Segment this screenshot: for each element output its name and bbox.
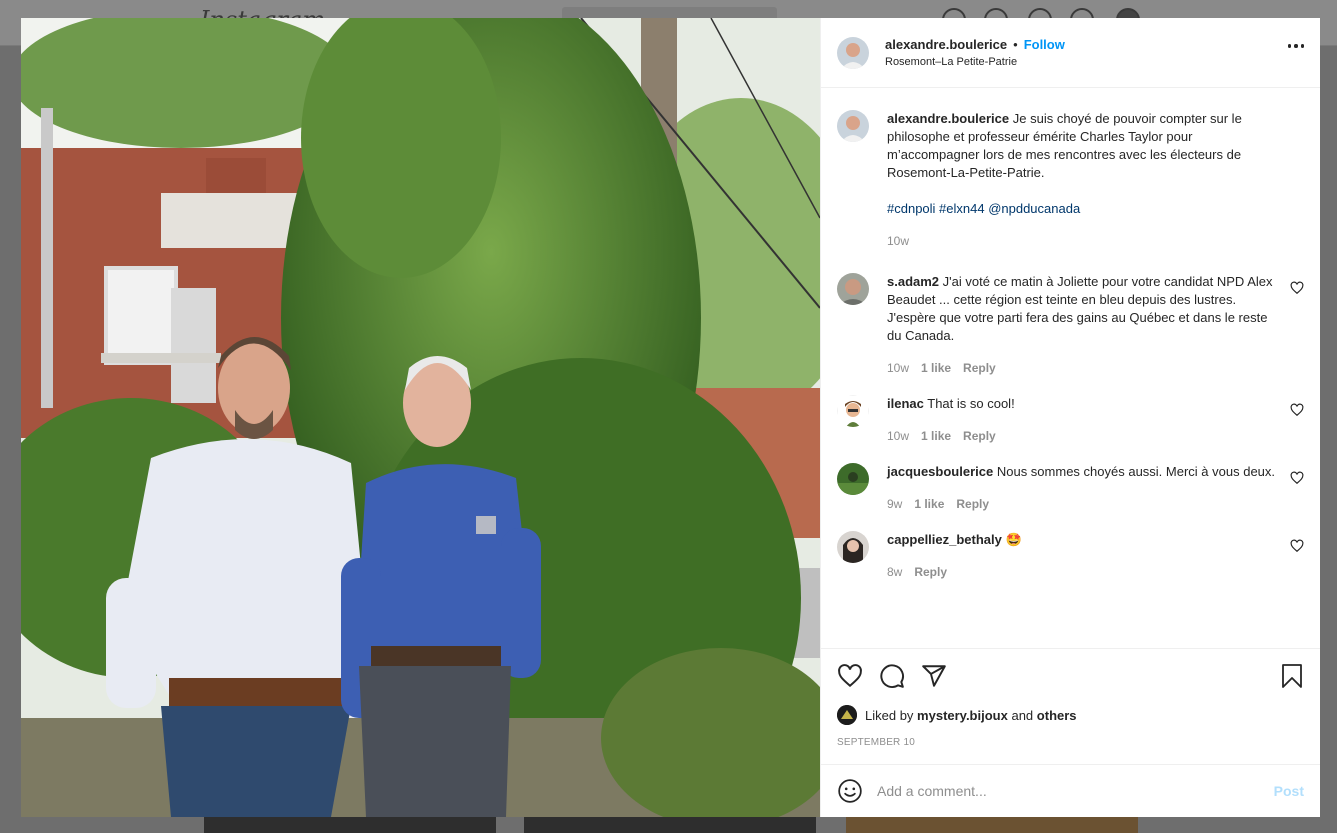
comment-text: That is so cool! (927, 396, 1015, 411)
post-header-line: alexandre.boulerice • Follow (885, 37, 1304, 52)
paper-plane-icon[interactable] (921, 663, 947, 689)
liked-by-others[interactable]: others (1037, 708, 1077, 723)
heart-icon[interactable] (1290, 403, 1304, 417)
author-avatar[interactable] (837, 36, 869, 69)
follow-button[interactable]: Follow (1024, 37, 1065, 52)
post-button[interactable]: Post (1274, 783, 1304, 799)
liked-by-prefix: Liked by (865, 707, 914, 723)
comment-meta: 10w 1 like Reply (887, 359, 1277, 377)
comment-meta: 8w Reply (887, 563, 1277, 581)
post-header-text: alexandre.boulerice • Follow Rosemont–La… (885, 37, 1304, 68)
heart-icon[interactable] (1290, 471, 1304, 485)
action-icons (837, 649, 1304, 703)
commenter-avatar[interactable] (837, 395, 869, 427)
heart-icon[interactable] (837, 663, 863, 689)
comment-body: jacquesboulerice Nous sommes choyés auss… (887, 463, 1277, 513)
reply-button[interactable]: Reply (963, 359, 996, 377)
caption-avatar[interactable] (837, 110, 869, 142)
liked-by-and: and (1011, 707, 1034, 723)
reply-button[interactable]: Reply (963, 427, 996, 445)
post-actions: Liked by mystery.bijoux and others SEPTE… (821, 648, 1320, 764)
bookmark-icon[interactable] (1280, 663, 1304, 689)
background-thumbnail (204, 817, 496, 833)
liked-by: Liked by mystery.bijoux and others (837, 705, 1304, 725)
caption: alexandre.boulerice Je suis choyé de pou… (837, 110, 1304, 250)
comment-meta: 9w 1 like Reply (887, 495, 1277, 513)
author-username[interactable]: alexandre.boulerice (885, 37, 1007, 52)
caption-hashtags[interactable]: #cdnpoli #elxn44 @npdducanada (887, 200, 1277, 218)
comment-item: ilenac That is so cool! 10w 1 like Reply (837, 395, 1304, 445)
liker-avatar[interactable] (837, 705, 857, 725)
smiley-icon[interactable] (837, 778, 863, 804)
comment-text: 🤩 (1005, 532, 1022, 547)
comment-likes[interactable]: 1 like (914, 495, 944, 513)
comment-body: ilenac That is so cool! 10w 1 like Reply (887, 395, 1277, 445)
heart-icon[interactable] (1290, 281, 1304, 295)
post-header: alexandre.boulerice • Follow Rosemont–La… (821, 18, 1320, 88)
comment-time[interactable]: 9w (887, 495, 902, 513)
caption-time[interactable]: 10w (887, 232, 909, 250)
background-thumbnail (524, 817, 816, 833)
liked-by-user[interactable]: mystery.bijoux (917, 708, 1008, 723)
comment-username[interactable]: ilenac (887, 396, 924, 411)
post-location[interactable]: Rosemont–La Petite-Patrie (885, 56, 1304, 68)
caption-username[interactable]: alexandre.boulerice (887, 111, 1009, 126)
comment-time[interactable]: 10w (887, 427, 909, 445)
comment-body: s.adam2 J'ai voté ce matin à Joliette po… (887, 273, 1277, 377)
caption-body: alexandre.boulerice Je suis choyé de pou… (887, 110, 1277, 250)
comment-item: jacquesboulerice Nous sommes choyés auss… (837, 463, 1304, 513)
comment-bubble-icon[interactable] (879, 663, 905, 689)
caption-meta: 10w (887, 232, 1277, 250)
comment-time[interactable]: 10w (887, 359, 909, 377)
comment-text: J'ai voté ce matin à Joliette pour votre… (887, 274, 1273, 343)
post-photo-illustration (21, 18, 820, 817)
comments-list[interactable]: alexandre.boulerice Je suis choyé de pou… (821, 88, 1320, 648)
comment-time[interactable]: 8w (887, 563, 902, 581)
comment-input[interactable] (877, 783, 1274, 799)
commenter-avatar[interactable] (837, 531, 869, 563)
reply-button[interactable]: Reply (956, 495, 989, 513)
commenter-avatar[interactable] (837, 273, 869, 305)
reply-button[interactable]: Reply (914, 563, 947, 581)
comment-meta: 10w 1 like Reply (887, 427, 1277, 445)
comment-item: s.adam2 J'ai voté ce matin à Joliette po… (837, 273, 1304, 377)
heart-icon[interactable] (1290, 539, 1304, 553)
comment-username[interactable]: s.adam2 (887, 274, 939, 289)
post-date[interactable]: SEPTEMBER 10 (837, 737, 1304, 748)
separator-dot: • (1013, 37, 1018, 52)
post-modal: alexandre.boulerice • Follow Rosemont–La… (21, 18, 1320, 817)
post-side-panel: alexandre.boulerice • Follow Rosemont–La… (820, 18, 1320, 817)
comment-text: Nous sommes choyés aussi. Merci à vous d… (996, 464, 1276, 479)
more-options-icon[interactable] (1287, 44, 1304, 48)
post-photo[interactable] (21, 18, 820, 817)
comment-item: cappelliez_bethaly 🤩 8w Reply (837, 531, 1304, 581)
comment-username[interactable]: cappelliez_bethaly (887, 532, 1002, 547)
comment-body: cappelliez_bethaly 🤩 8w Reply (887, 531, 1277, 581)
comment-likes[interactable]: 1 like (921, 427, 951, 445)
comment-username[interactable]: jacquesboulerice (887, 464, 993, 479)
background-thumbnail (846, 817, 1138, 833)
commenter-avatar[interactable] (837, 463, 869, 495)
comment-likes[interactable]: 1 like (921, 359, 951, 377)
add-comment-bar: Post (821, 764, 1320, 817)
